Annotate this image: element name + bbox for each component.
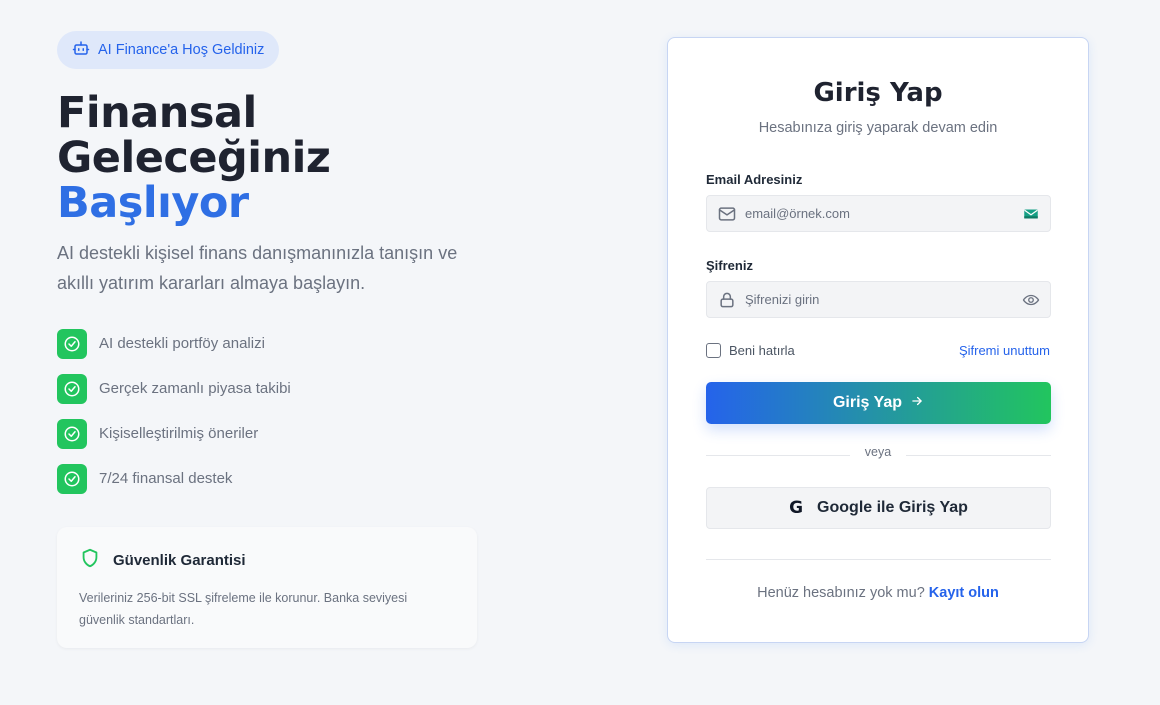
hero-panel: AI Finance'a Hoş Geldiniz Finansal Gelec…: [57, 31, 477, 508]
robot-icon: [72, 39, 90, 61]
login-subtitle: Hesabınıza giriş yaparak devam edin: [758, 120, 998, 136]
password-label: Şifreniz: [706, 258, 753, 273]
email-label: Email Adresiniz: [706, 172, 803, 187]
submit-label: Giriş Yap: [832, 394, 903, 411]
security-header: Güvenlik Garantisi: [79, 547, 455, 574]
security-text: Verileriniz 256-bit SSL şifreleme ile ko…: [79, 591, 408, 627]
check-circle-icon: [57, 418, 87, 449]
forgot-password-link[interactable]: Şifremi unuttum: [959, 343, 1050, 358]
security-card: Güvenlik Garantisi Verileriniz 256-bit S…: [57, 527, 477, 648]
lock-icon: [717, 290, 737, 310]
autofill-icon[interactable]: [1022, 205, 1040, 223]
google-label: Google ile Giriş Yap: [817, 499, 968, 516]
hero-line-3: Başlıyor: [57, 178, 249, 228]
feature-item: Kişiselleştirilmiş öneriler: [57, 418, 477, 449]
hero-line-2: Geleceğiniz: [57, 133, 331, 183]
google-icon: G: [789, 498, 804, 518]
check-circle-icon: [57, 328, 87, 359]
divider-label: veya: [850, 445, 906, 459]
feature-label: AI destekli portföy analizi: [99, 335, 265, 352]
login-title: Giriş Yap: [813, 78, 943, 108]
welcome-badge: AI Finance'a Hoş Geldiniz: [57, 31, 280, 69]
remember-label: Beni hatırla: [729, 343, 795, 358]
security-title: Güvenlik Garantisi: [113, 552, 246, 569]
hero-lead: AI destekli kişisel finans danışmanınızl…: [57, 243, 458, 293]
hero-heading: Finansal Geleceğiniz Başlıyor: [57, 91, 477, 226]
arrow-right-icon: [910, 394, 924, 413]
signup-row: Henüz hesabınız yok mu? Kayıt olun: [668, 585, 1088, 601]
feature-item: 7/24 finansal destek: [57, 463, 477, 494]
check-circle-icon: [57, 373, 87, 404]
welcome-label: AI Finance'a Hoş Geldiniz: [98, 42, 265, 58]
feature-item: AI destekli portföy analizi: [57, 328, 477, 359]
login-submit-button[interactable]: Giriş Yap: [706, 382, 1051, 424]
signup-link[interactable]: Kayıt olun: [929, 585, 999, 601]
shield-icon: [79, 547, 101, 574]
email-input[interactable]: [745, 206, 1016, 221]
password-field: [706, 281, 1051, 318]
remember-me[interactable]: Beni hatırla: [706, 343, 795, 358]
feature-list: AI destekli portföy analizi Gerçek zaman…: [57, 328, 477, 494]
feature-label: Gerçek zamanlı piyasa takibi: [99, 380, 291, 397]
login-card: Giriş Yap Hesabınıza giriş yaparak devam…: [667, 37, 1089, 643]
remember-checkbox[interactable]: [706, 343, 721, 358]
signup-prompt: Henüz hesabınız yok mu?: [757, 585, 925, 601]
hero-line-1: Finansal: [57, 88, 257, 138]
feature-item: Gerçek zamanlı piyasa takibi: [57, 373, 477, 404]
feature-label: 7/24 finansal destek: [99, 470, 233, 487]
feature-label: Kişiselleştirilmiş öneriler: [99, 425, 259, 442]
bottom-divider: [706, 559, 1051, 560]
password-input[interactable]: [745, 292, 1016, 307]
mail-icon: [717, 204, 737, 224]
eye-icon[interactable]: [1022, 291, 1040, 309]
check-circle-icon: [57, 463, 87, 494]
google-login-button[interactable]: G Google ile Giriş Yap: [706, 487, 1051, 529]
email-field: [706, 195, 1051, 232]
